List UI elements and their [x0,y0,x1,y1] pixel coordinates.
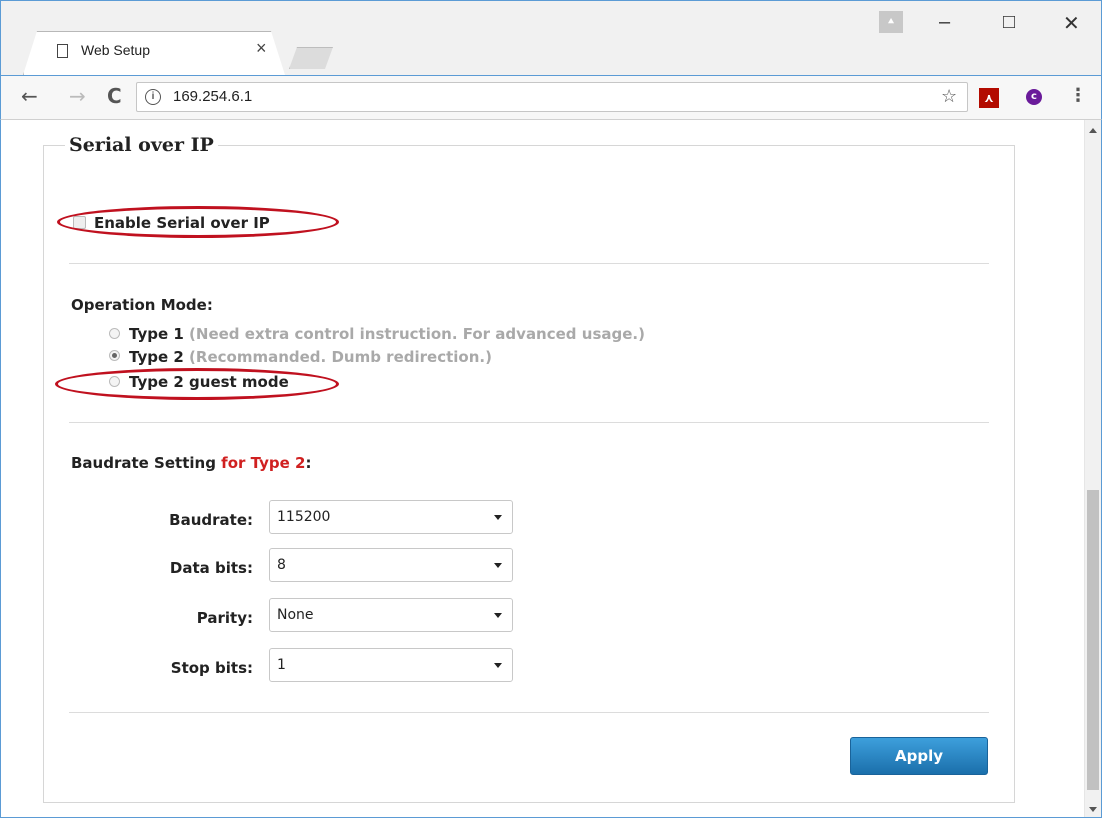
apply-button[interactable]: Apply [850,737,988,775]
divider [69,263,989,264]
stop-bits-label: Stop bits: [170,659,253,677]
browser-toolbar: ← → C i 169.254.6.1 ☆ ⋏ c ⋮ [0,76,1102,120]
tab-web-setup[interactable]: Web Setup × [23,31,285,75]
tab-title: Web Setup [81,42,151,58]
bookmark-star-icon[interactable]: ☆ [941,86,957,107]
info-icon[interactable]: i [145,89,161,105]
chevron-down-icon [494,563,502,568]
browser-titlebar: Web Setup × ⯅ – □ ✕ [0,0,1102,76]
highlight-ellipse-enable [57,206,339,238]
maximize-button[interactable]: □ [1003,11,1015,34]
radio-type-1-label[interactable]: Type 1 (Need extra control instruction. … [129,325,645,343]
user-profile-icon[interactable]: ⯅ [879,11,903,33]
serial-over-ip-panel [43,145,1015,803]
radio-type-2[interactable] [109,350,120,361]
operation-mode-title: Operation Mode: [71,296,213,314]
url-text[interactable]: 169.254.6.1 [173,88,252,105]
address-bar[interactable]: i 169.254.6.1 [136,82,968,112]
page-viewport: Serial over IP Enable Serial over IP Ope… [0,120,1102,818]
data-bits-value: 8 [277,557,286,573]
close-window-button[interactable]: ✕ [1063,11,1080,36]
section-title: Serial over IP [65,134,218,156]
divider [69,422,989,423]
scroll-down-arrow-icon[interactable] [1089,807,1097,812]
radio-type-1[interactable] [109,328,120,339]
minimize-button[interactable]: – [939,11,950,34]
scrollbar-thumb[interactable] [1087,490,1099,790]
baudrate-value: 115200 [277,509,331,525]
back-button[interactable]: ← [21,84,38,108]
data-bits-label: Data bits: [169,559,253,577]
chevron-down-icon [494,663,502,668]
reload-button[interactable]: C [107,84,122,108]
radio-type-2-label[interactable]: Type 2 (Recommanded. Dumb redirection.) [129,348,492,366]
baudrate-select[interactable]: 115200 [269,500,513,534]
pdf-extension-icon[interactable]: ⋏ [979,88,999,108]
parity-select[interactable]: None [269,598,513,632]
extension-c-icon[interactable]: c [1026,89,1042,105]
chevron-down-icon [494,613,502,618]
divider [69,712,989,713]
data-bits-select[interactable]: 8 [269,548,513,582]
scroll-up-arrow-icon[interactable] [1089,128,1097,133]
parity-label: Parity: [196,609,253,627]
baudrate-label: Baudrate: [169,511,253,529]
chevron-down-icon [494,515,502,520]
tab-close-icon[interactable]: × [256,38,267,59]
parity-value: None [277,607,314,623]
baudrate-setting-title: Baudrate Setting for Type 2: [71,454,312,472]
forward-button[interactable]: → [69,84,86,108]
document-icon [57,44,68,58]
browser-menu-icon[interactable]: ⋮ [1069,85,1087,106]
highlight-ellipse-guest-mode [55,368,339,400]
vertical-scrollbar[interactable] [1084,120,1101,817]
stop-bits-value: 1 [277,657,286,673]
new-tab-button[interactable] [289,47,333,69]
stop-bits-select[interactable]: 1 [269,648,513,682]
